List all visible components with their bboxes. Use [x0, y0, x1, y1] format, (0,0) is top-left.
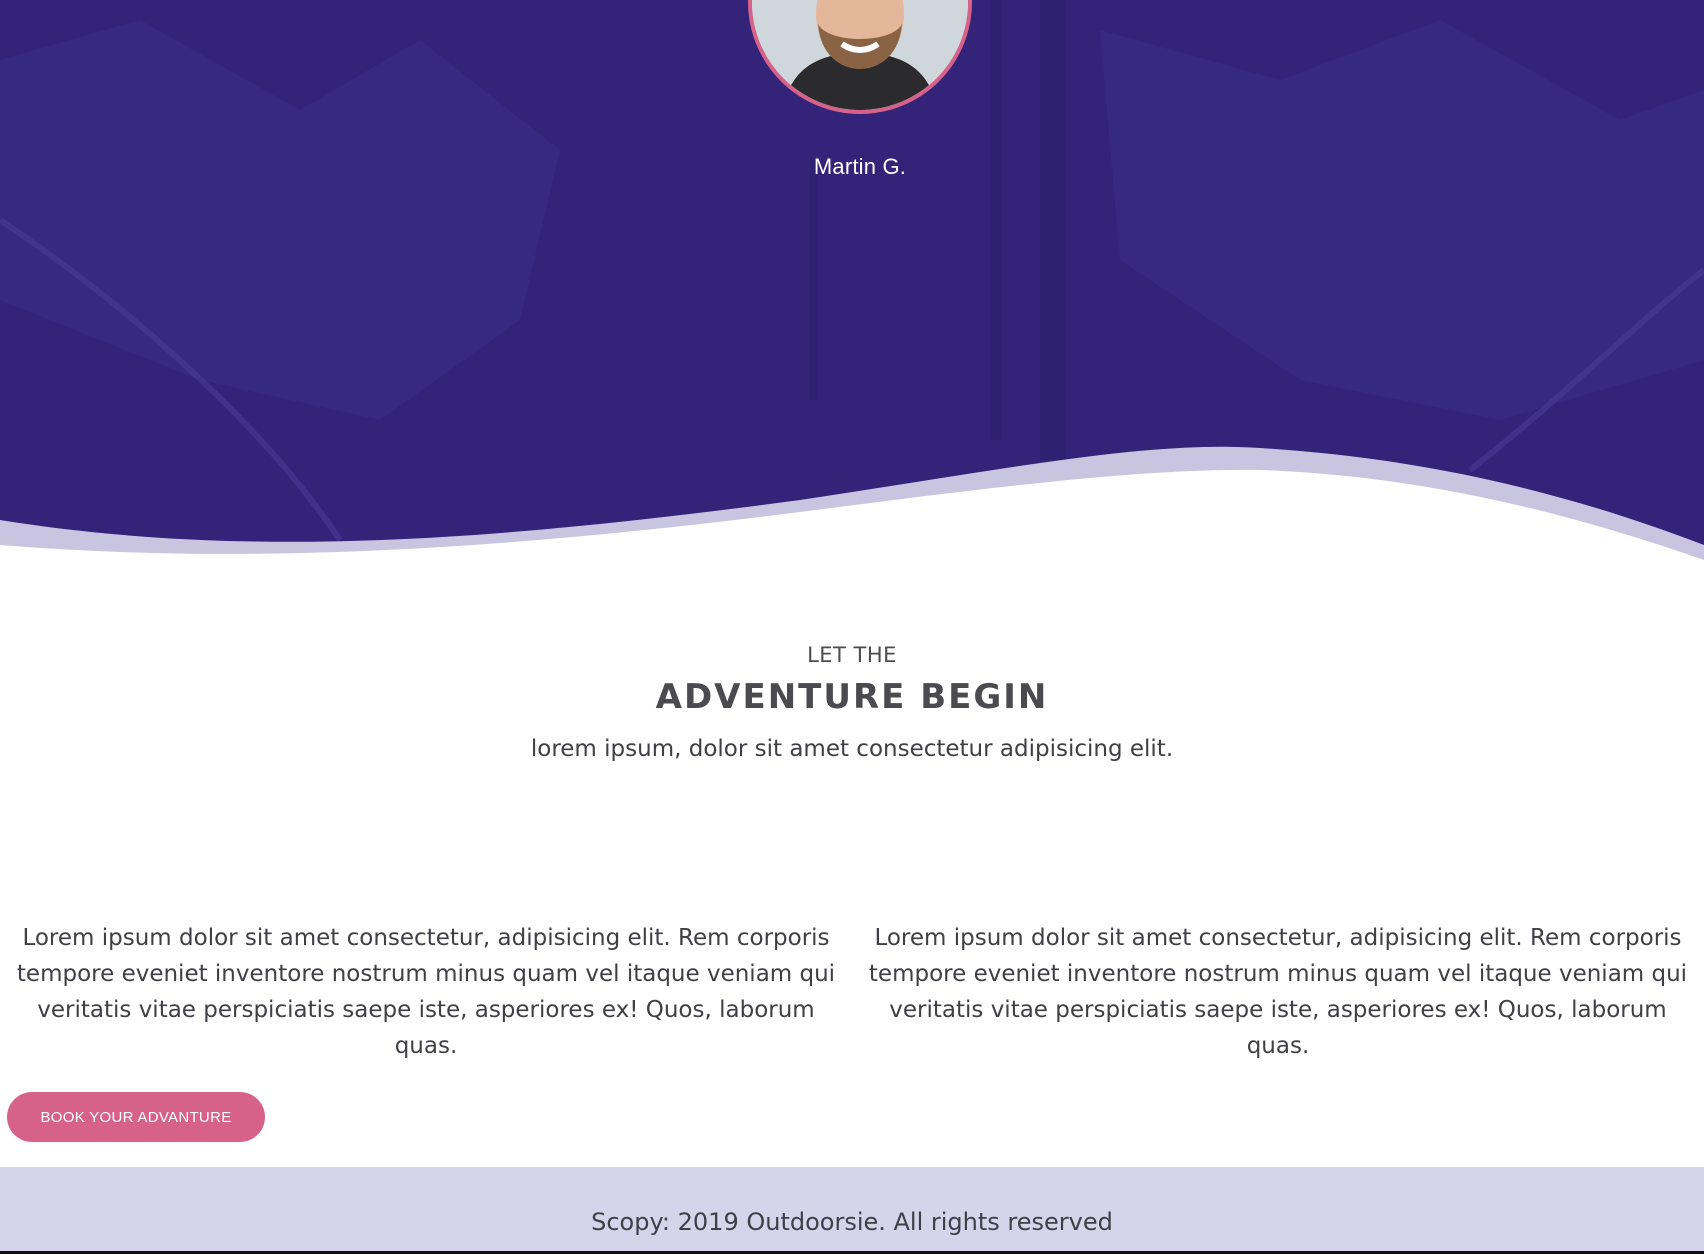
- testimonial-name: Martin G.: [813, 154, 907, 179]
- intro-eyebrow: LET THE: [807, 643, 897, 667]
- content-column-left: Lorem ipsum dolor sit amet consectetur, …: [16, 925, 836, 1059]
- intro-section: LET THE ADVENTURE BEGIN lorem ipsum, dol…: [0, 640, 1704, 766]
- intro-headline: ADVENTURE BEGIN: [655, 677, 1049, 717]
- book-adventure-button[interactable]: BOOK YOUR ADVANTURE: [7, 1092, 265, 1142]
- footer-copyright: Scopy: 2019 Outdoorsie. All rights reser…: [591, 1208, 1113, 1236]
- hero-section: Martin G.: [0, 0, 1704, 580]
- content-columns: Lorem ipsum dolor sit amet consectetur, …: [0, 920, 1704, 1064]
- intro-tagline: lorem ipsum, dolor sit amet consectetur …: [530, 736, 1174, 762]
- page-footer: Scopy: 2019 Outdoorsie. All rights reser…: [0, 1167, 1704, 1251]
- content-column-right: Lorem ipsum dolor sit amet consectetur, …: [868, 925, 1688, 1059]
